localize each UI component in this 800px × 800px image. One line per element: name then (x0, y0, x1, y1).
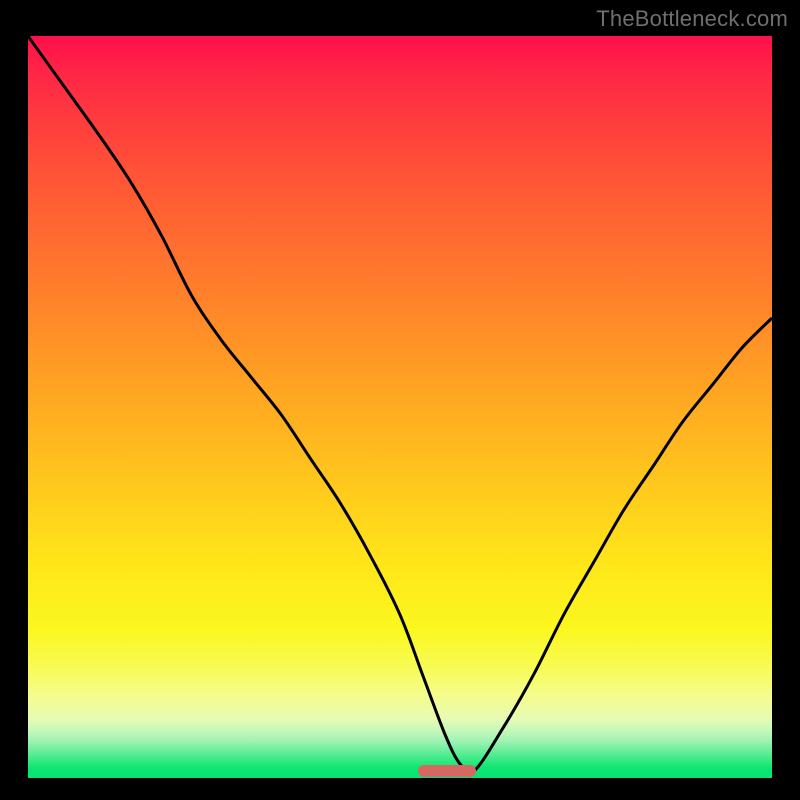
watermark-text: TheBottleneck.com (596, 6, 788, 32)
curve-path (28, 36, 772, 773)
curve-svg (28, 36, 772, 778)
optimum-marker (418, 765, 476, 777)
chart-container: TheBottleneck.com (0, 0, 800, 800)
plot-area (28, 36, 772, 778)
